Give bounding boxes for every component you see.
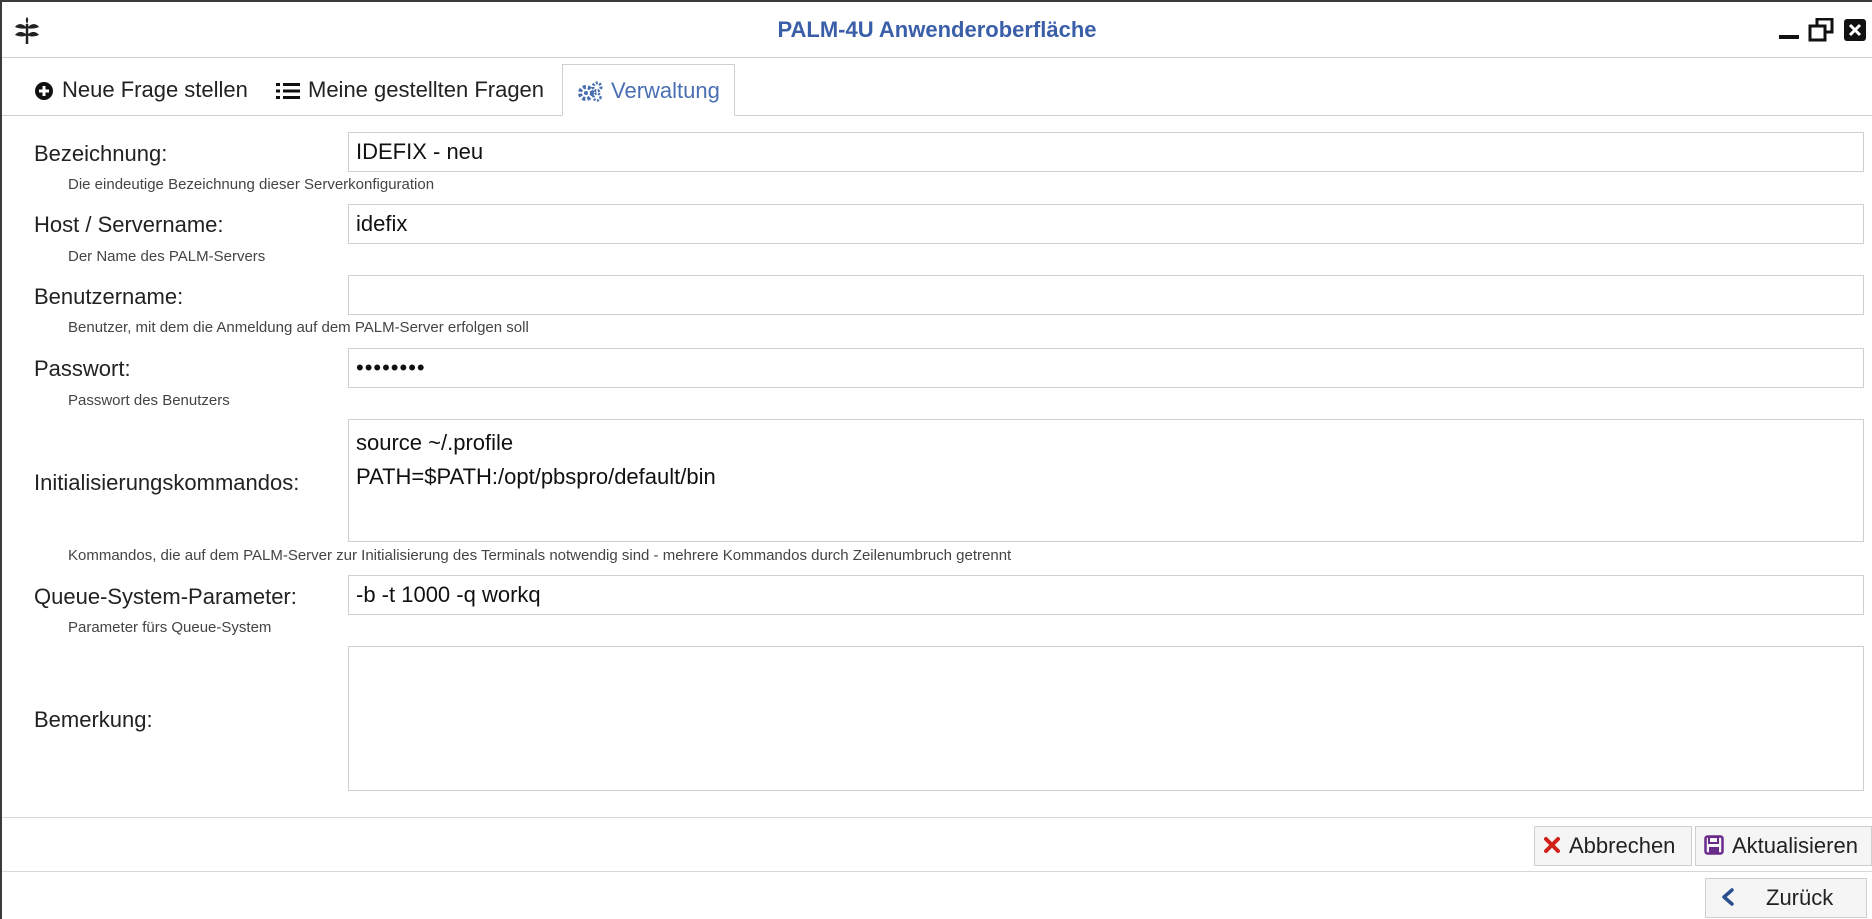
update-label: Aktualisieren bbox=[1732, 833, 1858, 858]
queue-input[interactable]: -b -t 1000 -q workq bbox=[348, 575, 1864, 615]
init-help: Kommandos, die auf dem PALM-Server zur I… bbox=[68, 547, 1012, 564]
list-icon bbox=[276, 83, 300, 100]
benutzer-help: Benutzer, mit dem die Anmeldung auf dem … bbox=[68, 319, 529, 336]
passwort-help: Passwort des Benutzers bbox=[68, 392, 230, 409]
benutzer-input[interactable] bbox=[348, 275, 1864, 315]
cancel-label: Abbrechen bbox=[1569, 833, 1676, 858]
window-title: PALM-4U Anwenderoberfläche bbox=[777, 17, 1097, 42]
update-button[interactable]: Aktualisieren bbox=[1695, 826, 1872, 866]
passwort-input[interactable]: •••••••• bbox=[348, 348, 1864, 388]
x-icon bbox=[1544, 837, 1560, 854]
host-help: Der Name des PALM-Servers bbox=[68, 248, 266, 265]
tab-label: Meine gestellten Fragen bbox=[308, 77, 545, 102]
tab-label: Verwaltung bbox=[611, 78, 720, 103]
queue-label: Queue-System-Parameter: bbox=[34, 584, 297, 609]
init-label: Initialisierungskommandos: bbox=[34, 470, 300, 495]
init-textarea[interactable]: source ~/.profile PATH=$PATH:/opt/pbspro… bbox=[348, 419, 1864, 542]
tab-my-questions[interactable]: Meine gestellten Fragen bbox=[276, 64, 544, 116]
tab-new-question[interactable]: Neue Frage stellen bbox=[34, 64, 248, 116]
bezeichnung-help: Die eindeutige Bezeichnung dieser Server… bbox=[68, 176, 435, 193]
host-label: Host / Servername: bbox=[34, 212, 224, 237]
cancel-button[interactable]: Abbrechen bbox=[1534, 826, 1692, 866]
back-button[interactable]: Zurück bbox=[1705, 878, 1867, 918]
bemerkung-label: Bemerkung: bbox=[34, 707, 153, 732]
tab-verwaltung[interactable]: Verwaltung bbox=[562, 64, 735, 116]
host-input[interactable]: idefix bbox=[348, 204, 1864, 244]
app-window: PALM-4U Anwenderoberfläche Neue Frage st… bbox=[0, 0, 1872, 919]
benutzer-label: Benutzername: bbox=[34, 284, 184, 309]
bezeichnung-input[interactable]: IDEFIX - neu bbox=[348, 132, 1864, 172]
close-icon[interactable] bbox=[1842, 18, 1870, 42]
divider bbox=[2, 871, 1872, 872]
chevron-left-icon bbox=[1722, 888, 1734, 906]
minimize-icon[interactable] bbox=[1778, 18, 1800, 42]
back-label: Zurück bbox=[1766, 885, 1834, 910]
queue-help: Parameter fürs Queue-System bbox=[68, 619, 272, 636]
title-bar: PALM-4U Anwenderoberfläche bbox=[2, 0, 1872, 58]
restore-icon[interactable] bbox=[1808, 18, 1834, 42]
tab-label: Neue Frage stellen bbox=[62, 77, 248, 102]
passwort-label: Passwort: bbox=[34, 356, 131, 381]
plus-circle-icon bbox=[35, 82, 53, 101]
bezeichnung-label: Bezeichnung: bbox=[34, 141, 168, 166]
save-icon bbox=[1704, 835, 1724, 855]
bemerkung-textarea[interactable] bbox=[348, 646, 1864, 791]
divider bbox=[2, 817, 1872, 818]
gears-icon bbox=[578, 81, 603, 102]
tab-bar: Neue Frage stellen Meine gestellten Frag… bbox=[2, 58, 1872, 116]
